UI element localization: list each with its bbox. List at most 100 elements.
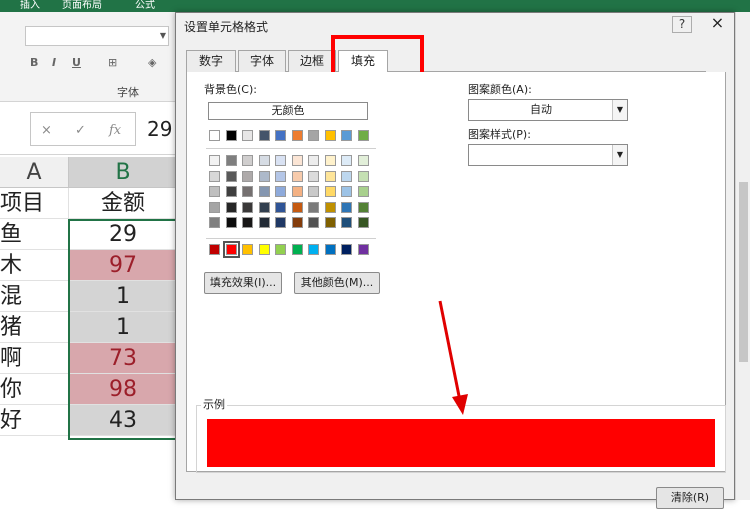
- color-swatch[interactable]: [341, 201, 352, 213]
- color-swatch[interactable]: [209, 155, 220, 166]
- scrollbar-thumb[interactable]: [739, 182, 748, 362]
- cell-b[interactable]: 98: [68, 374, 177, 405]
- color-swatch[interactable]: [324, 201, 336, 213]
- cell-b[interactable]: 1: [68, 281, 177, 312]
- color-swatch[interactable]: [258, 201, 270, 213]
- color-swatch[interactable]: [308, 170, 319, 182]
- ribbon-tab-page-layout[interactable]: 页面布局: [62, 0, 102, 11]
- color-swatch[interactable]: [225, 130, 237, 141]
- cell-b[interactable]: 金额: [68, 188, 177, 219]
- color-swatch[interactable]: [275, 186, 286, 197]
- bold-button[interactable]: B: [30, 56, 38, 69]
- color-swatch[interactable]: [275, 201, 286, 213]
- color-swatch[interactable]: [258, 155, 270, 166]
- color-swatch[interactable]: [275, 155, 286, 166]
- cell-b[interactable]: 97: [68, 250, 177, 281]
- color-swatch[interactable]: [209, 170, 220, 182]
- color-swatch[interactable]: [291, 186, 303, 197]
- color-swatch[interactable]: [308, 201, 319, 213]
- color-swatch[interactable]: [357, 244, 369, 255]
- color-swatch[interactable]: [291, 217, 303, 228]
- tab-font[interactable]: 字体: [238, 50, 286, 72]
- chevron-down-icon[interactable]: ▼: [612, 100, 627, 120]
- border-icon[interactable]: ⊞: [108, 56, 117, 69]
- chevron-down-icon[interactable]: ▼: [612, 145, 627, 165]
- cell-a[interactable]: 猪: [0, 312, 68, 343]
- cell-a[interactable]: 你: [0, 374, 68, 405]
- color-swatch[interactable]: [209, 217, 220, 228]
- color-swatch[interactable]: [357, 186, 369, 197]
- function-icon[interactable]: fx: [109, 123, 121, 138]
- underline-button[interactable]: U: [72, 56, 81, 69]
- color-swatch[interactable]: [324, 130, 336, 141]
- ribbon-tab-insert[interactable]: 插入: [20, 0, 40, 11]
- color-swatch[interactable]: [324, 217, 336, 228]
- color-swatch[interactable]: [341, 130, 352, 141]
- ribbon-tab-formulas[interactable]: 公式: [135, 0, 155, 11]
- cell-a[interactable]: 鱼: [0, 219, 68, 250]
- color-swatch[interactable]: [291, 170, 303, 182]
- color-swatch[interactable]: [308, 130, 319, 141]
- color-swatch[interactable]: [275, 217, 286, 228]
- color-swatch[interactable]: [225, 217, 237, 228]
- column-header-b[interactable]: B: [68, 157, 177, 188]
- italic-button[interactable]: I: [52, 56, 56, 69]
- color-swatch[interactable]: [324, 244, 336, 255]
- color-swatch[interactable]: [341, 170, 352, 182]
- cell-b[interactable]: 43: [68, 405, 177, 436]
- cancel-icon[interactable]: ×: [41, 123, 52, 138]
- no-color-button[interactable]: 无颜色: [208, 102, 368, 120]
- cell-b[interactable]: 73: [68, 343, 177, 374]
- color-swatch[interactable]: [222, 241, 240, 258]
- color-swatch[interactable]: [258, 217, 270, 228]
- color-swatch[interactable]: [225, 201, 237, 213]
- formula-input[interactable]: 29: [147, 117, 172, 141]
- color-swatch[interactable]: [209, 130, 220, 141]
- color-swatch[interactable]: [291, 130, 303, 141]
- cell-a[interactable]: 混: [0, 281, 68, 312]
- cell-a[interactable]: 木: [0, 250, 68, 281]
- color-swatch[interactable]: [308, 217, 319, 228]
- color-swatch[interactable]: [341, 186, 352, 197]
- color-swatch[interactable]: [275, 130, 286, 141]
- color-swatch[interactable]: [357, 170, 369, 182]
- color-swatch[interactable]: [308, 244, 319, 255]
- pattern-style-select[interactable]: ▼: [468, 144, 628, 166]
- tab-number[interactable]: 数字: [186, 50, 236, 72]
- color-swatch[interactable]: [341, 155, 352, 166]
- color-swatch[interactable]: [209, 201, 220, 213]
- cell-a[interactable]: 啊: [0, 343, 68, 374]
- color-swatch[interactable]: [258, 170, 270, 182]
- cell-b[interactable]: 1: [68, 312, 177, 343]
- more-colors-button[interactable]: 其他颜色(M)...: [294, 272, 380, 294]
- color-swatch[interactable]: [225, 186, 237, 197]
- color-swatch[interactable]: [291, 155, 303, 166]
- color-swatch[interactable]: [209, 186, 220, 197]
- fill-effects-button[interactable]: 填充效果(I)...: [204, 272, 282, 294]
- vertical-scrollbar[interactable]: [735, 12, 750, 500]
- color-swatch[interactable]: [242, 244, 253, 255]
- color-swatch[interactable]: [357, 130, 369, 141]
- color-swatch[interactable]: [341, 217, 352, 228]
- cell-a[interactable]: 项目: [0, 188, 68, 219]
- color-swatch[interactable]: [242, 170, 253, 182]
- help-button[interactable]: ?: [672, 16, 692, 33]
- color-swatch[interactable]: [209, 244, 220, 255]
- cell-a[interactable]: 好: [0, 405, 68, 436]
- color-swatch[interactable]: [357, 201, 369, 213]
- color-swatch[interactable]: [242, 155, 253, 166]
- color-swatch[interactable]: [225, 170, 237, 182]
- color-swatch[interactable]: [242, 130, 253, 141]
- color-swatch[interactable]: [258, 130, 270, 141]
- color-swatch[interactable]: [341, 244, 352, 255]
- color-swatch[interactable]: [242, 201, 253, 213]
- color-swatch[interactable]: [324, 155, 336, 166]
- clear-button[interactable]: 清除(R): [656, 487, 724, 509]
- tab-border[interactable]: 边框: [288, 50, 336, 72]
- close-button[interactable]: ×: [700, 13, 735, 33]
- enter-icon[interactable]: ✓: [75, 123, 86, 138]
- color-swatch[interactable]: [324, 170, 336, 182]
- color-swatch[interactable]: [242, 217, 253, 228]
- color-swatch[interactable]: [291, 201, 303, 213]
- color-swatch[interactable]: [308, 186, 319, 197]
